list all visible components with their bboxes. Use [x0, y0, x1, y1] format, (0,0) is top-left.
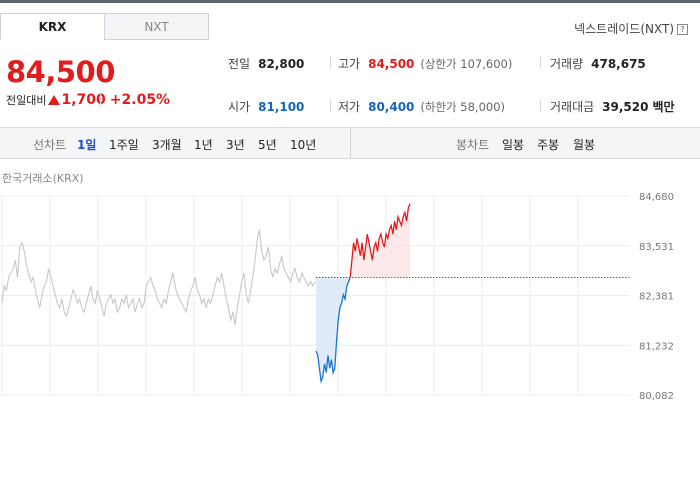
change-label: 전일대비: [6, 94, 47, 107]
y-tick-label: 83,531: [639, 242, 674, 253]
stat-low: 저가 80,400 (하한가 58,000): [338, 98, 505, 115]
stat-value: 478,675: [591, 57, 646, 71]
area-below-reference: [316, 277, 351, 382]
top-border: [0, 0, 700, 3]
help-icon[interactable]: ?: [677, 24, 688, 35]
area-above-reference: [350, 203, 410, 278]
chart-grid: [0, 195, 630, 396]
upper-limit: (상한가 107,600): [420, 57, 513, 71]
stat-label: 전일: [228, 57, 251, 71]
stat-open: 시가 81,100: [228, 98, 304, 115]
stat-volume: 거래량 478,675: [550, 55, 646, 72]
market-tabs: KRX NXT: [0, 13, 210, 42]
period-5y[interactable]: 5년: [258, 136, 277, 153]
stat-label: 거래대금: [550, 100, 595, 114]
divider: [100, 94, 101, 107]
stat-label: 거래량: [550, 57, 584, 71]
y-tick-label: 80,082: [639, 391, 674, 400]
divider: [330, 56, 331, 69]
up-triangle-icon: [48, 95, 61, 105]
candle-weekly[interactable]: 주봉: [537, 136, 559, 153]
nextrade-label: 넥스트레이드(NXT): [574, 22, 674, 36]
stat-label: 시가: [228, 100, 251, 114]
candle-chart-label: 봉차트: [456, 138, 490, 152]
stat-amount: 거래대금 39,520 백만: [550, 98, 675, 115]
y-tick-label: 81,232: [639, 341, 674, 352]
period-1w[interactable]: 1주일: [109, 136, 139, 153]
stat-prev-close: 전일 82,800: [228, 55, 304, 72]
candle-daily[interactable]: 일봉: [502, 136, 524, 153]
price-chart: 84,680 83,531 82,381 81,232 80,082: [0, 192, 674, 400]
nextrade-link[interactable]: 넥스트레이드(NXT)?: [574, 20, 688, 37]
period-3y[interactable]: 3년: [226, 136, 245, 153]
stat-value: 39,520: [602, 100, 649, 114]
chart-toolbar: 선차트 1일 1주일 3개월 1년 3년 5년 10년 봉차트 일봉 주봉 월봉: [0, 127, 700, 159]
y-tick-label: 82,381: [639, 292, 674, 303]
stat-value: 82,800: [258, 57, 305, 71]
current-price: 84,500: [6, 55, 115, 89]
period-1y[interactable]: 1년: [194, 136, 213, 153]
stat-high: 고가 84,500 (상한가 107,600): [338, 55, 512, 72]
stat-label: 저가: [338, 100, 361, 114]
candle-monthly[interactable]: 월봉: [573, 136, 595, 153]
period-1d[interactable]: 1일: [77, 136, 96, 153]
period-3m[interactable]: 3개월: [152, 136, 182, 153]
change-percent: +2.05%: [109, 92, 171, 108]
toolbar-divider: [350, 128, 351, 158]
y-tick-label: 84,680: [639, 192, 674, 203]
divider: [330, 99, 331, 112]
tab-nxt[interactable]: NXT: [104, 13, 209, 40]
stat-value: 80,400: [368, 100, 415, 114]
y-axis-ticks: 84,680 83,531 82,381 81,232 80,082: [639, 192, 674, 400]
price-change: 전일대비 1,700 +2.05%: [6, 92, 170, 108]
divider: [540, 56, 541, 69]
lower-limit: (하한가 58,000): [420, 100, 506, 114]
tab-krx[interactable]: KRX: [0, 13, 105, 40]
line-chart-label: 선차트: [33, 138, 67, 152]
stat-unit: 백만: [652, 100, 675, 114]
stat-value: 81,100: [258, 100, 305, 114]
stat-label: 고가: [338, 57, 361, 71]
divider: [540, 99, 541, 112]
history-series-line: [1, 229, 316, 326]
period-10y[interactable]: 10년: [290, 136, 316, 153]
stat-value: 84,500: [368, 57, 415, 71]
